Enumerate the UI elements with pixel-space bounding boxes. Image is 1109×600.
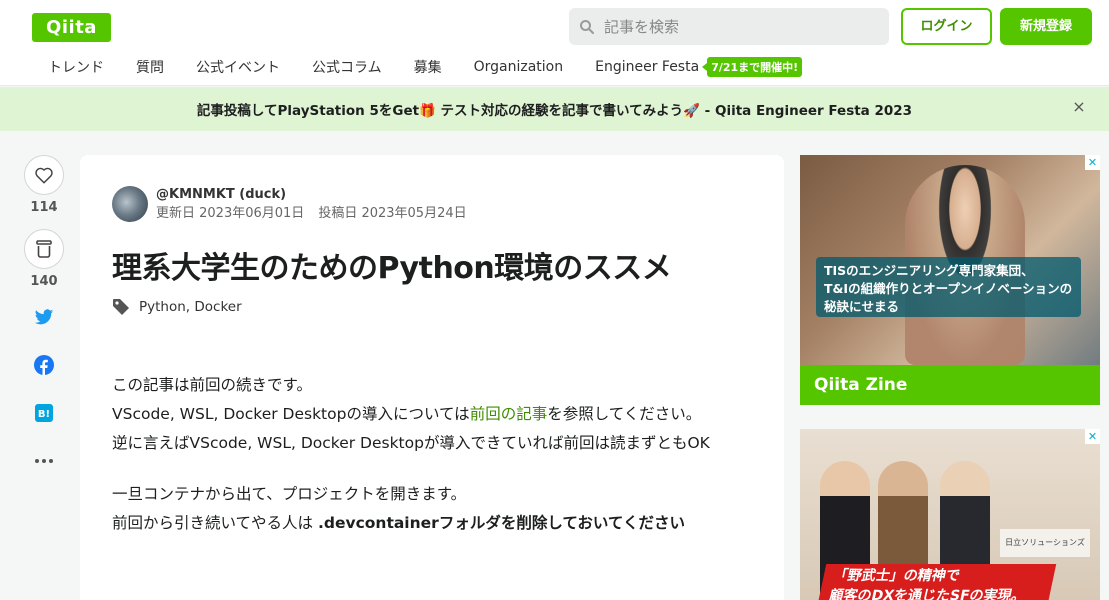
festa-badge: 7/21まで開催中! [702,57,803,77]
hatena-bookmark-icon: B! [35,404,53,422]
global-nav: トレンド 質問 公式イベント 公式コラム 募集 Organization Eng… [32,54,803,80]
banner-text[interactable]: 記事投稿してPlayStation 5をGet🎁 テスト対応の経験を記事で書いて… [197,99,912,119]
qiita-zine-logo: Qiita Zine [800,365,1100,405]
posted-date: 投稿日 2023年05月24日 [318,206,467,221]
article-card: @KMNMKT (duck) 更新日 2023年06月01日 投稿日 2023年0… [80,155,784,600]
stock-icon [36,240,52,258]
article-actions: 114 140 B! [24,155,64,473]
tag-icon [113,299,129,315]
search-icon [580,19,594,34]
ad-sign: 日立ソリューションズ [1000,529,1090,557]
tag-docker[interactable]: Docker [194,299,241,315]
body-line: 前回から引き続いてやる人は .devcontainerフォルダを削除しておいてく… [112,514,685,532]
facebook-icon [34,355,54,375]
article-dates: 更新日 2023年06月01日 投稿日 2023年05月24日 [156,204,467,224]
body-line: VScode, WSL, Docker Desktopの導入については前回の記事… [112,405,702,423]
ad-headline: 「野武士」の精神で 顧客のDXを通じたSFの実現。 [817,564,1057,600]
author-name[interactable]: @KMNMKT (duck) [156,186,467,204]
svg-text:B!: B! [38,409,50,420]
devcontainer-instruction: .devcontainerフォルダを削除しておいてください [317,514,685,532]
heart-icon [35,167,53,184]
ad-close-icon[interactable]: ✕ [1085,429,1100,444]
hatena-share[interactable]: B! [24,401,64,425]
ad-close-icon[interactable]: ✕ [1085,155,1100,170]
campaign-banner[interactable]: 記事投稿してPlayStation 5をGet🎁 テスト対応の経験を記事で書いて… [0,87,1109,131]
body-line: 逆に言えばVScode, WSL, Docker Desktopが導入できていれ… [112,434,710,452]
article-body: この記事は前回の続きです。 VScode, WSL, Docker Deskto… [112,371,710,538]
like-button[interactable] [24,155,64,195]
tag-list: Python, Docker [112,298,242,316]
search-box[interactable] [569,8,889,45]
nav-trend[interactable]: トレンド [32,57,120,77]
previous-article-link[interactable]: 前回の記事 [470,405,548,423]
article-title: 理系大学生のためのPython環境のススメ [112,251,672,286]
ad-qiita-zine[interactable]: TISのエンジニアリング専門家集団、 T&Iの組織作りとオープンイノベーションの… [800,155,1100,405]
login-button[interactable]: ログイン [901,8,992,45]
avatar[interactable] [112,186,148,222]
stock-button[interactable] [24,229,64,269]
nav-official-events[interactable]: 公式イベント [180,57,296,77]
body-line: この記事は前回の続きです。 [112,376,312,394]
author-block: @KMNMKT (duck) 更新日 2023年06月01日 投稿日 2023年0… [112,186,467,224]
facebook-share[interactable] [24,353,64,377]
signup-button[interactable]: 新規登録 [1000,8,1092,45]
ad-hitachi[interactable]: 日立ソリューションズ 「野武士」の精神で 顧客のDXを通じたSFの実現。 ✕ [800,429,1100,600]
nav-questions[interactable]: 質問 [120,57,180,77]
like-count: 114 [30,200,58,215]
nav-official-columns[interactable]: 公式コラム [296,57,398,77]
nav-recruit[interactable]: 募集 [398,57,458,77]
ad-caption: TISのエンジニアリング専門家集団、 T&Iの組織作りとオープンイノベーションの… [816,257,1081,317]
more-options[interactable] [24,449,64,473]
close-icon[interactable]: × [1071,99,1087,115]
body-line: 一旦コンテナから出て、プロジェクトを開きます。 [112,485,467,503]
site-header: Qiita ログイン 新規登録 トレンド 質問 公式イベント 公式コラム 募集 … [0,0,1109,86]
qiita-logo[interactable]: Qiita [32,13,111,42]
tag-python[interactable]: Python [139,299,186,315]
stock-count: 140 [30,274,58,289]
twitter-share[interactable] [24,305,64,329]
nav-engineer-festa[interactable]: Engineer Festa [579,59,707,75]
updated-date: 更新日 2023年06月01日 [156,206,305,221]
twitter-icon [34,308,54,324]
nav-organization[interactable]: Organization [458,59,580,75]
more-icon [35,459,53,463]
search-input[interactable] [604,17,864,36]
